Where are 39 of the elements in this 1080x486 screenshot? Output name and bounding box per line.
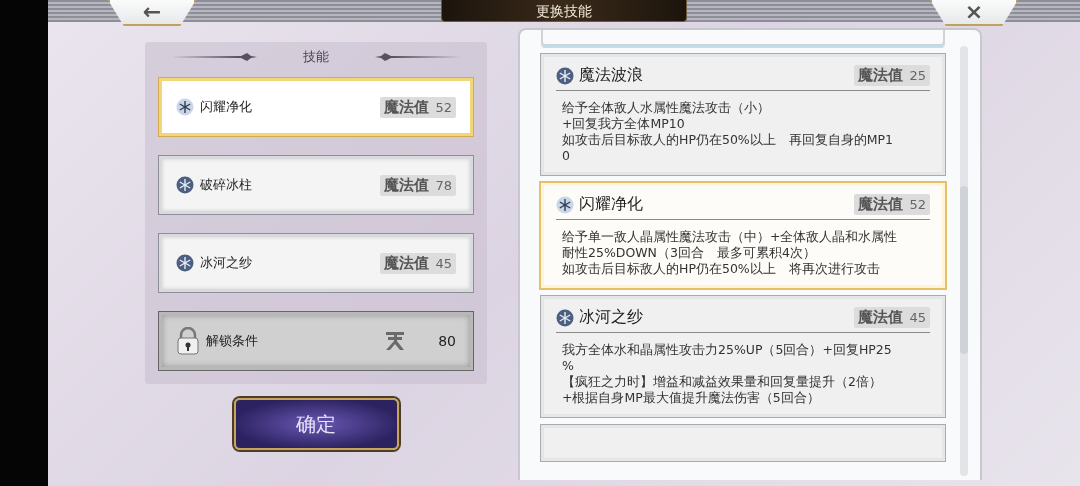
panel-heading: 技能 xyxy=(303,48,329,66)
emblem-icon xyxy=(384,331,407,351)
skill-slot[interactable]: 闪耀净化 魔法值 52 xyxy=(159,78,473,136)
mp-cost: 魔法值 45 xyxy=(380,252,456,274)
mp-cost: 魔法值 45 xyxy=(854,307,930,328)
skill-description: 给予全体敌人水属性魔法攻击（小） +回复我方全体MP10 如攻击后目标敌人的HP仍在50%以上 再回复自身的MP1 0 xyxy=(561,99,894,164)
window-title: 更换技能 xyxy=(441,0,687,22)
snowflake-icon xyxy=(176,98,194,116)
mp-cost: 魔法值 78 xyxy=(380,174,456,196)
skill-name: 冰河之纱 xyxy=(200,254,253,272)
unlock-level: 80 xyxy=(438,333,456,349)
skill-name: 魔法波浪 xyxy=(579,65,644,86)
skill-card[interactable]: 冰河之纱 魔法值 45 我方全体水和晶属性攻击力25%UP（5回合）+回复HP25 % 【疯狂之力时】增益和减益效果量和回复量提升（2倍） +根据自身MP最大值提升魔法伤害（5回合） xyxy=(541,296,945,417)
skill-slot[interactable]: 破碎冰柱 魔法值 78 xyxy=(159,156,473,214)
skill-slot[interactable]: 冰河之纱 魔法值 45 xyxy=(159,234,473,292)
mp-cost: 魔法值 25 xyxy=(854,65,930,86)
skill-card[interactable]: 魔法波浪 魔法值 25 给予全体敌人水属性魔法攻击（小） +回复我方全体MP10 如攻击后目标敌人的HP仍在50%以上 再回复自身的MP1 0 xyxy=(541,54,945,175)
snowflake-icon xyxy=(556,66,574,85)
confirm-button[interactable]: 确定 xyxy=(233,398,399,450)
skill-card[interactable]: 闪耀净化 魔法值 52 给予单一敌人晶属性魔法攻击（中）+全体敌人晶和水属性 耐性25%DOWN（3回合 最多可累积4次） 如攻击后目标敌人的HP仍在50%以上 将再次进行攻击 xyxy=(541,183,945,288)
skill-description: 我方全体水和晶属性攻击力25%UP（5回合）+回复HP25 % 【疯狂之力时】增益和减益效果量和回复量提升（2倍） +根据自身MP最大值提升魔法伤害（5回合） xyxy=(561,341,893,406)
snowflake-icon xyxy=(176,176,194,194)
unlock-condition: 解锁条件 xyxy=(206,332,259,350)
skill-card[interactable] xyxy=(541,425,945,461)
skill-name: 闪耀净化 xyxy=(200,98,253,116)
back-button[interactable]: ← xyxy=(108,0,196,26)
close-button[interactable]: × xyxy=(930,0,1018,26)
scrollbar[interactable] xyxy=(960,46,968,476)
padlock-icon xyxy=(176,327,200,355)
skill-description: 给予单一敌人晶属性魔法攻击（中）+全体敌人晶和水属性 耐性25%DOWN（3回合 最多可累积4次） 如攻击后目标敌人的HP仍在50%以上 将再次进行攻击 xyxy=(561,228,899,277)
skill-name: 闪耀净化 xyxy=(579,194,644,215)
snowflake-icon xyxy=(556,308,574,327)
snowflake-icon xyxy=(556,195,574,214)
mp-cost: 魔法值 52 xyxy=(854,194,930,215)
skill-name: 破碎冰柱 xyxy=(200,176,253,194)
mp-cost: 魔法值 52 xyxy=(380,96,456,118)
skill-name: 冰河之纱 xyxy=(579,307,644,328)
snowflake-icon xyxy=(176,254,194,272)
locked-slot[interactable]: 解锁条件 80 xyxy=(159,312,473,370)
